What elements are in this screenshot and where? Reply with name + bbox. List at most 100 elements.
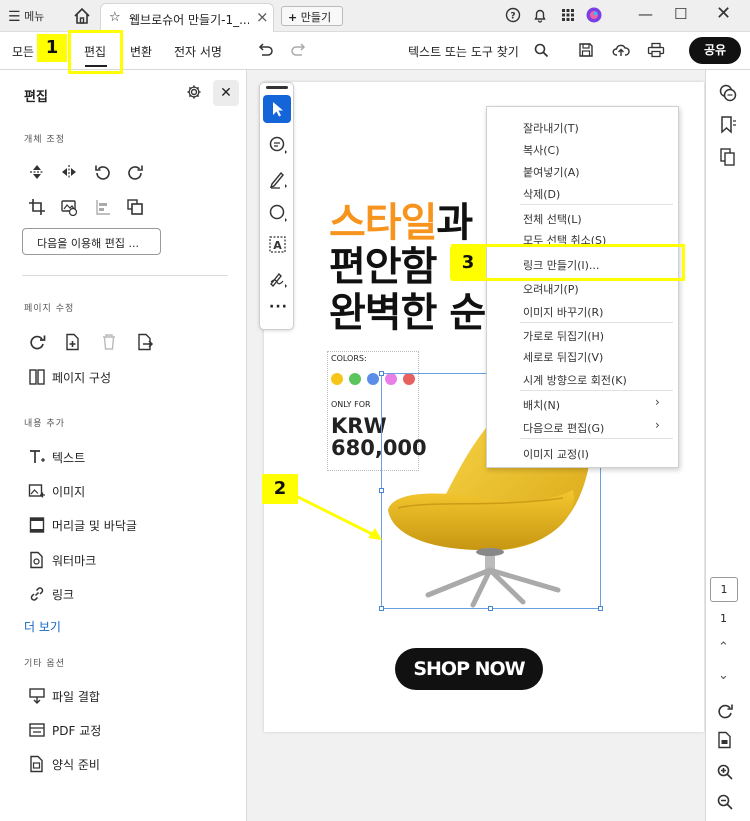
menu-divider: [520, 438, 673, 439]
menu-all[interactable]: 모든: [12, 43, 34, 60]
upload-cloud-icon[interactable]: [612, 42, 630, 58]
undo-icon[interactable]: [256, 43, 274, 59]
redo-icon[interactable]: [290, 43, 308, 59]
chevron-down-icon[interactable]: ⌄: [718, 668, 729, 683]
menu-select-all[interactable]: 전체 선택(L): [523, 211, 582, 227]
menu-convert[interactable]: 변환: [130, 43, 152, 60]
menu-edit-with[interactable]: 다음으로 편집(G): [523, 420, 604, 436]
minimize-icon[interactable]: —: [638, 5, 653, 23]
flip-vertical-icon[interactable]: [28, 163, 46, 181]
pages-panel-icon[interactable]: [718, 147, 738, 167]
share-button[interactable]: 공유: [689, 37, 741, 64]
price-currency: KRW: [331, 414, 387, 438]
arrange-icon[interactable]: [126, 198, 144, 216]
shape-tool-icon[interactable]: [268, 203, 288, 223]
edit-with-dropdown[interactable]: 다음을 이용해 편집 ...: [22, 228, 161, 255]
save-icon[interactable]: [578, 42, 594, 58]
extract-page-icon[interactable]: [136, 333, 154, 351]
menu-paste[interactable]: 붙여넣기(A): [523, 164, 580, 180]
avatar[interactable]: [586, 7, 602, 23]
section-object-adjust: 개체 조정: [24, 135, 65, 145]
bookmark-panel-icon[interactable]: [718, 115, 738, 135]
menu-delete[interactable]: 삭제(D): [523, 186, 560, 202]
chevron-up-icon[interactable]: ⌃: [718, 640, 729, 655]
star-icon[interactable]: ☆: [109, 10, 121, 25]
new-tab-label: 만들기: [300, 11, 332, 24]
menu-image-correction[interactable]: 이미지 교정(I): [523, 446, 589, 462]
close-icon[interactable]: ×: [256, 8, 269, 26]
title-bar: ☰ 메뉴 ☆ 웹브로슈어 만들기-1_... × + 만들기 ? — ☐ ✕: [0, 0, 750, 32]
comment-tool-icon[interactable]: [268, 135, 288, 155]
add-text-icon: [30, 450, 45, 463]
menu-label: 메뉴: [24, 10, 45, 23]
resize-handle[interactable]: [598, 606, 603, 611]
delete-page-icon: [103, 334, 115, 350]
comments-panel-icon[interactable]: [718, 83, 738, 103]
headline-line-1-rest: 과: [436, 200, 473, 246]
sign-tool-icon[interactable]: [268, 269, 288, 289]
text-box-tool-icon[interactable]: A: [268, 235, 288, 255]
resize-handle[interactable]: [488, 606, 493, 611]
color-swatch: [367, 373, 379, 385]
divider: [22, 275, 228, 276]
menu-button[interactable]: ☰ 메뉴: [8, 8, 44, 25]
apps-grid-icon[interactable]: [560, 7, 576, 23]
page-organize-label: 페이지 구성: [52, 371, 112, 385]
resize-handle[interactable]: [379, 371, 384, 376]
maximize-icon[interactable]: ☐: [674, 5, 687, 23]
palette-grip: [266, 86, 288, 89]
watermark-label: 워터마크: [52, 554, 97, 568]
rotate-page-icon[interactable]: [28, 333, 46, 351]
link-icon: [30, 587, 44, 601]
tool-search-label[interactable]: 텍스트 또는 도구 찾기: [408, 43, 519, 60]
tab-title: 웹브로슈어 만들기-1_...: [129, 13, 249, 27]
print-icon[interactable]: [647, 42, 665, 58]
bell-icon[interactable]: [532, 7, 548, 23]
refresh-icon[interactable]: [716, 702, 734, 720]
add-image-label: 이미지: [52, 485, 86, 499]
menu-replace-image[interactable]: 이미지 바꾸기(R): [523, 304, 603, 320]
more-tools-icon[interactable]: ···: [269, 299, 288, 315]
page-export-icon[interactable]: [716, 731, 734, 749]
menu-rotate-clockwise[interactable]: 시계 방향으로 회전(K): [523, 372, 627, 388]
search-icon[interactable]: [534, 43, 549, 58]
select-tool-button[interactable]: [263, 95, 291, 123]
document-tab[interactable]: ☆ 웹브로슈어 만들기-1_... ×: [100, 3, 274, 32]
edit-panel: 편집 ✕ 개체 조정 다음을 이용해 편집 ... 페이지 수정 페이지 구성 …: [0, 70, 247, 821]
highlight-edit-menu: [68, 30, 123, 74]
menu-flip-horizontal[interactable]: 가로로 뒤집기(H): [523, 328, 604, 344]
add-text-label: 텍스트: [52, 451, 86, 465]
home-icon[interactable]: [72, 6, 92, 26]
help-icon[interactable]: ?: [505, 7, 521, 23]
rotate-ccw-icon[interactable]: [94, 163, 112, 181]
menu-cut[interactable]: 잘라내기(T): [523, 120, 579, 136]
submenu-arrow-icon: ›: [655, 418, 660, 432]
new-tab-button[interactable]: + 만들기: [281, 6, 343, 26]
shop-now-button[interactable]: SHOP NOW: [395, 648, 543, 690]
menu-flip-vertical[interactable]: 세로로 뒤집기(V): [523, 349, 603, 365]
zoom-out-icon[interactable]: [716, 793, 734, 811]
more-link[interactable]: 더 보기: [24, 618, 61, 635]
window-close-icon[interactable]: ✕: [716, 3, 731, 24]
page-count: 1: [720, 612, 727, 625]
zoom-in-icon[interactable]: [716, 763, 734, 781]
header-footer-label: 머리글 및 바닥글: [52, 519, 137, 533]
crop-icon[interactable]: [28, 198, 46, 216]
link-label: 링크: [52, 588, 75, 602]
menu-divider: [520, 204, 673, 205]
replace-image-icon[interactable]: [60, 198, 78, 216]
gear-icon[interactable]: [186, 84, 202, 100]
menu-clip[interactable]: 오려내기(P): [523, 281, 579, 297]
menu-arrange[interactable]: 배치(N): [523, 397, 560, 413]
page-number-input[interactable]: 1: [710, 577, 738, 602]
menu-copy[interactable]: 복사(C): [523, 142, 560, 158]
edit-with-label: 다음을 이용해 편집 ...: [37, 237, 139, 250]
resize-handle[interactable]: [379, 606, 384, 611]
insert-page-icon[interactable]: [64, 333, 82, 351]
tools-palette: A ···: [259, 82, 294, 330]
pen-tool-icon[interactable]: [268, 169, 288, 189]
flip-horizontal-icon[interactable]: [60, 163, 78, 181]
menu-e-sign[interactable]: 전자 서명: [174, 43, 222, 60]
panel-close-button[interactable]: ✕: [213, 80, 239, 106]
rotate-cw-icon[interactable]: [126, 163, 144, 181]
